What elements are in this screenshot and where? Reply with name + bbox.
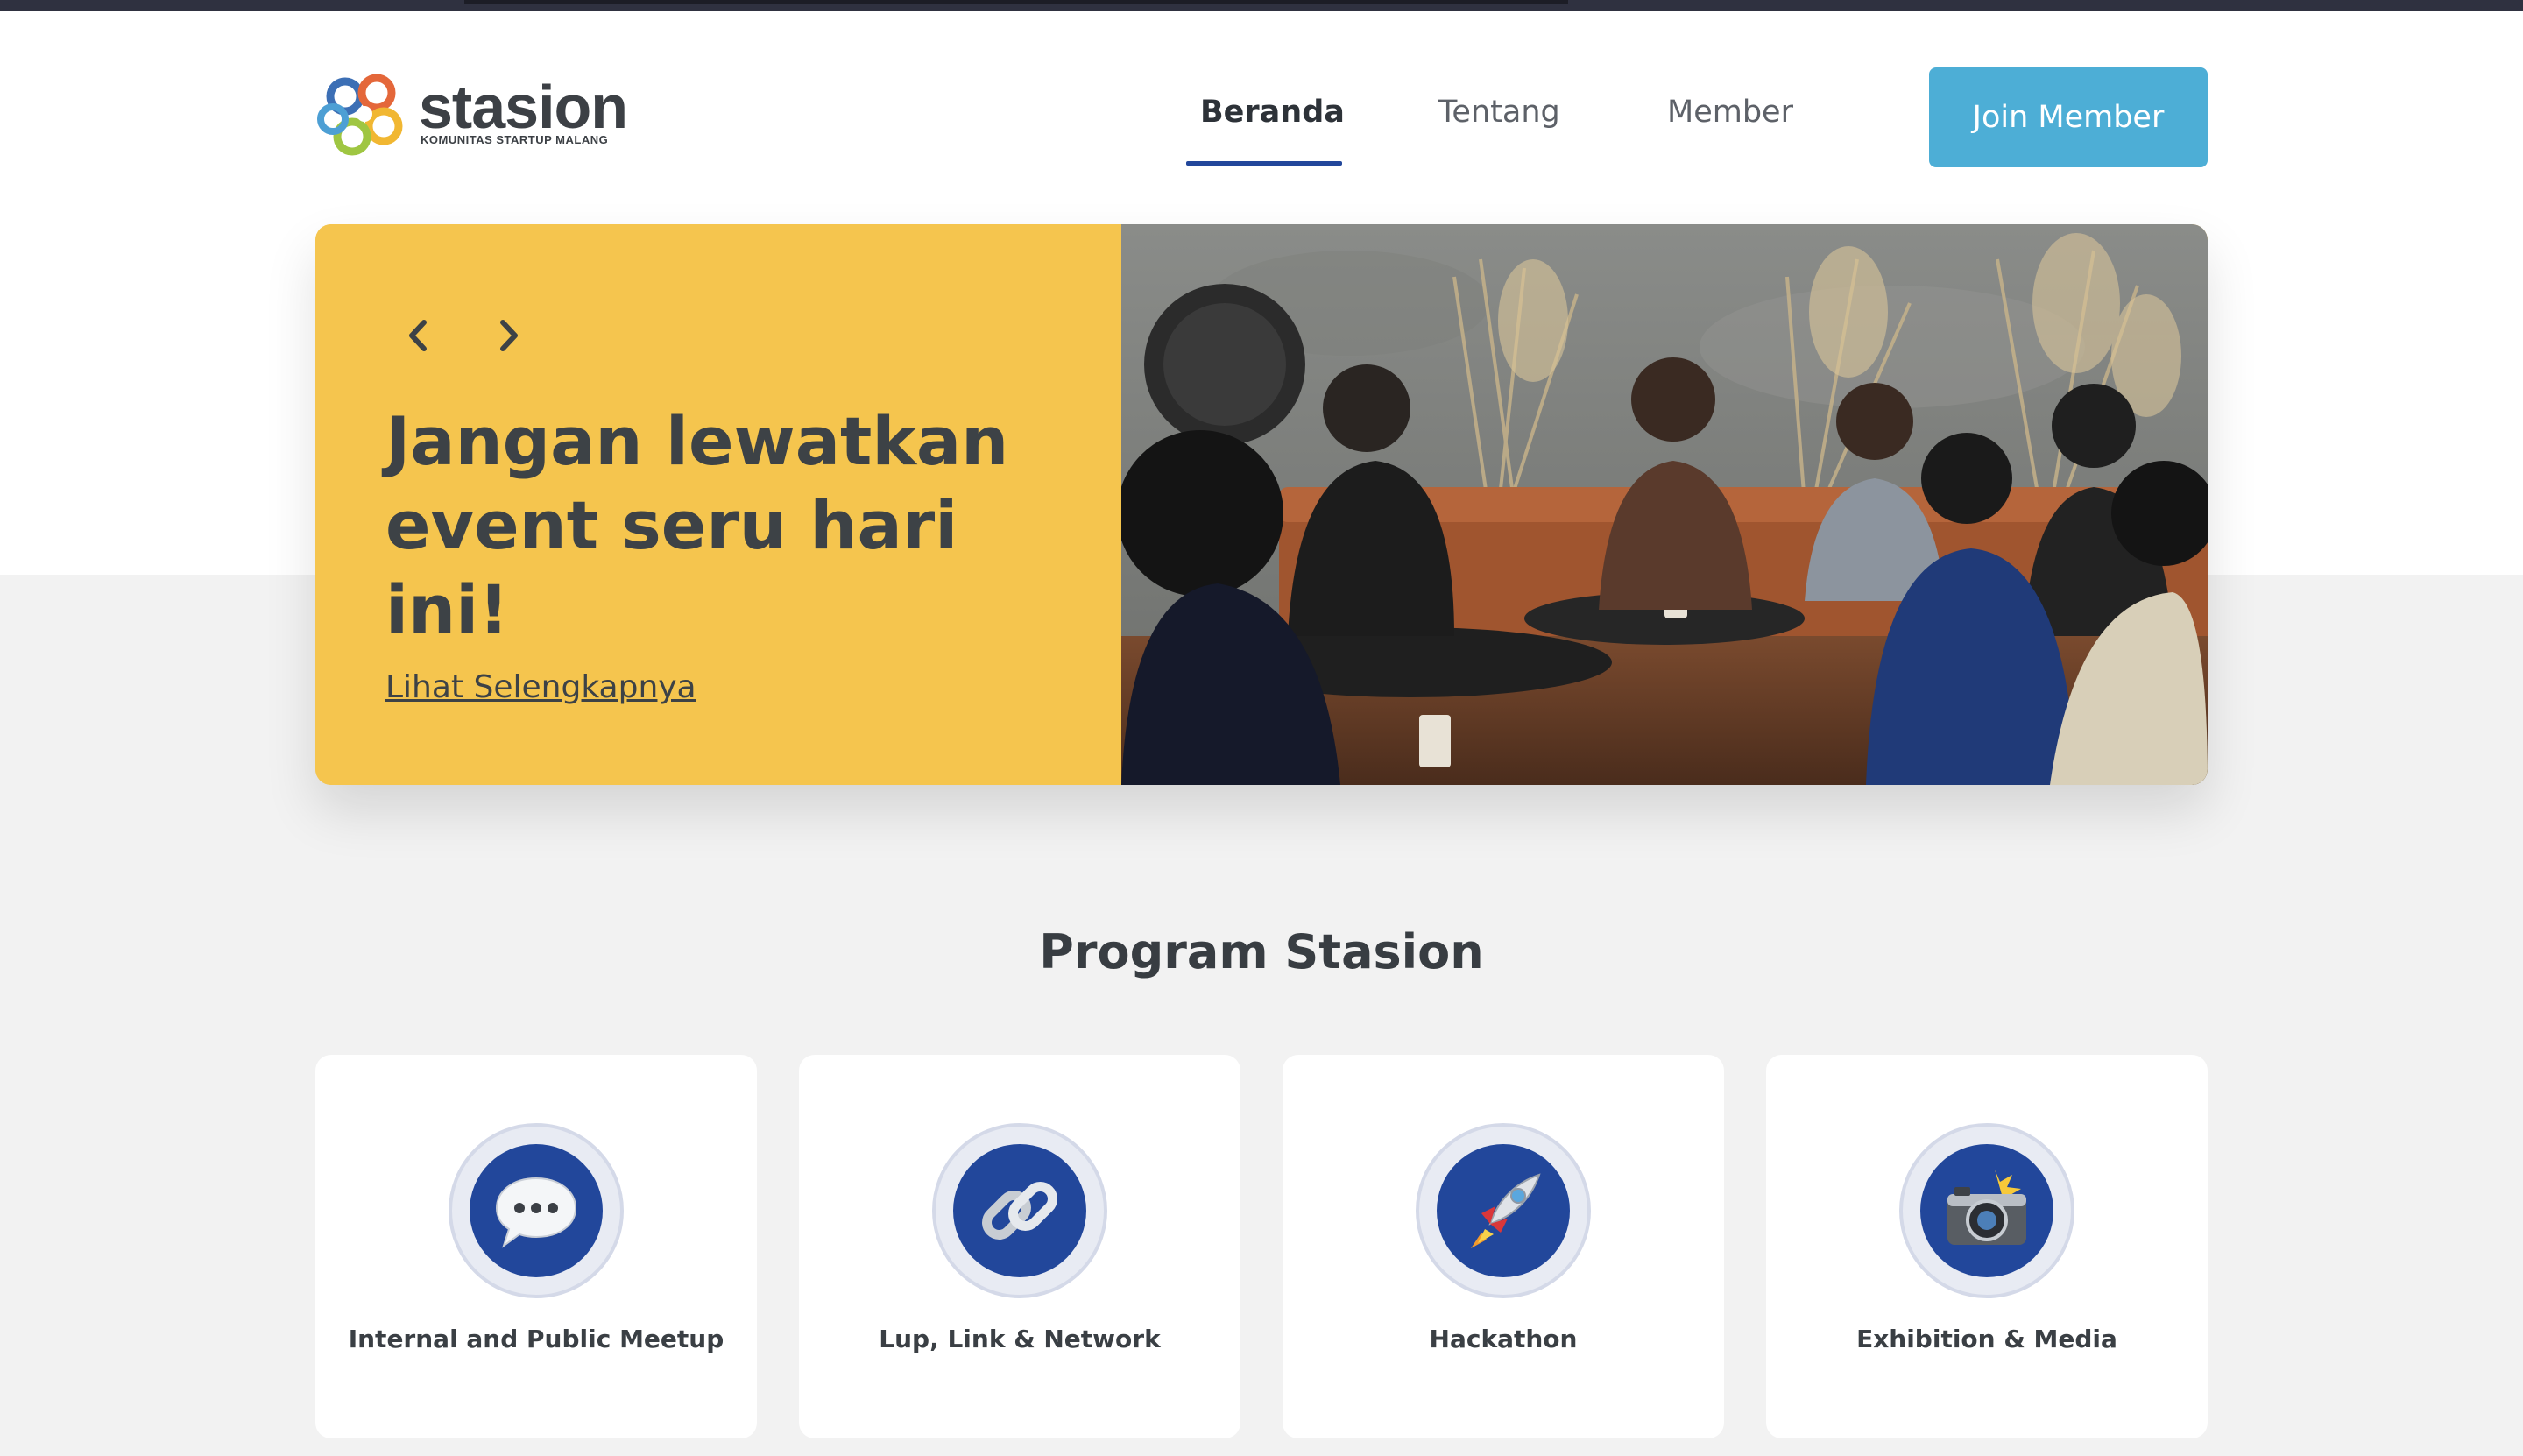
hero-text-panel: Jangan lewatkan event seru hari ini! Lih… (315, 224, 1121, 785)
chevron-right-icon[interactable] (478, 305, 540, 366)
nav-item-tentang[interactable]: Tentang (1438, 95, 1560, 130)
program-icon-ring (1416, 1123, 1591, 1298)
program-icon-ring (1899, 1123, 2074, 1298)
brand-name: stasion (419, 73, 628, 141)
nav-item-beranda[interactable]: Beranda (1200, 95, 1345, 130)
rocket-icon (1437, 1144, 1570, 1277)
program-card-hackathon[interactable]: Hackathon (1283, 1055, 1724, 1438)
chain-link-icon (953, 1144, 1086, 1277)
brand-logo-icon (317, 74, 403, 156)
hero-title: Jangan lewatkan event seru hari ini! (385, 402, 1009, 648)
browser-top-strip-segment (464, 0, 1568, 4)
hero-banner: Jangan lewatkan event seru hari ini! Lih… (315, 224, 2208, 785)
hero-event-photo (1121, 224, 2208, 785)
brand-logo[interactable]: stasion KOMUNITAS STARTUP MALANG (314, 68, 629, 166)
program-icon-ring (932, 1123, 1107, 1298)
browser-top-strip (0, 0, 2523, 11)
nav-item-member[interactable]: Member (1667, 95, 1793, 130)
hero-see-more-link[interactable]: Lihat Selengkapnya (385, 669, 696, 705)
program-label: Internal and Public Meetup (348, 1325, 724, 1354)
program-label: Lup, Link & Network (879, 1325, 1161, 1354)
program-card-exhibition[interactable]: Exhibition & Media (1766, 1055, 2208, 1438)
chevron-left-icon[interactable] (387, 305, 449, 366)
program-card-meetup[interactable]: Internal and Public Meetup (315, 1055, 757, 1438)
program-label: Exhibition & Media (1856, 1325, 2117, 1354)
program-label: Hackathon (1429, 1325, 1578, 1354)
program-icon-ring (449, 1123, 624, 1298)
nav-active-indicator (1186, 161, 1342, 166)
program-card-network[interactable]: Lup, Link & Network (799, 1055, 1240, 1438)
speech-bubble-icon (470, 1144, 603, 1277)
join-member-button[interactable]: Join Member (1929, 67, 2208, 167)
brand-tagline: KOMUNITAS STARTUP MALANG (420, 133, 609, 146)
camera-flash-icon (1920, 1144, 2053, 1277)
programs-title: Program Stasion (1039, 924, 1484, 979)
